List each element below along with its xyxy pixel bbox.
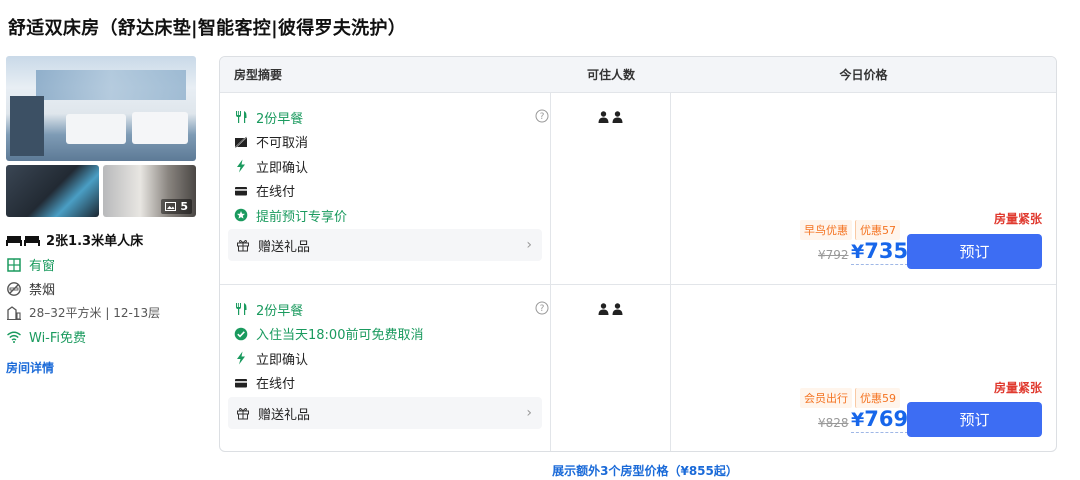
scarcity-badge: 房量紧张: [993, 381, 1042, 395]
perk-cancellation: 入住当天18:00前可免费取消: [234, 322, 546, 347]
window-icon: [7, 257, 21, 272]
star-badge-icon: [234, 208, 248, 222]
photo-count-badge: 5: [161, 199, 192, 214]
perk-breakfast: 2份早餐: [234, 297, 546, 322]
perk-cancellation: 不可取消: [234, 130, 546, 155]
original-price: ¥828: [818, 416, 849, 430]
perk-instant-confirm: 立即确认: [234, 346, 546, 371]
table-header: 房型摘要 可住人数 今日价格: [220, 57, 1056, 92]
chevron-right-icon: ›: [526, 405, 532, 421]
bed-icon: [6, 235, 40, 246]
no-cancel-icon: [234, 135, 248, 149]
no-smoking-icon: [7, 281, 21, 296]
scarcity-badge: 房量紧张: [993, 212, 1042, 226]
perk-payment: 在线付: [234, 179, 546, 204]
card-icon: [235, 378, 247, 388]
promo-tag: 早鸟优惠: [800, 220, 852, 240]
discount-tag: 优惠59: [855, 388, 900, 408]
promo-tags: 会员出行 优惠59: [800, 388, 900, 408]
bed-text: 2张1.3米单人床: [46, 234, 144, 249]
header-summary: 房型摘要: [234, 68, 283, 82]
person-icon: [612, 111, 623, 123]
occupancy-two-person: [598, 111, 623, 123]
room-title: 舒适双床房（舒达床垫|智能客控|彼得罗夫洗护）: [8, 18, 407, 39]
feature-area-floor: 28–32平方米 | 12-13层: [6, 304, 198, 321]
perk-instant-confirm: 立即确认: [234, 154, 546, 179]
card-icon: [235, 186, 247, 196]
book-button[interactable]: 预订: [907, 234, 1042, 269]
discount-tag: 优惠57: [855, 220, 900, 240]
image-icon: [165, 202, 177, 211]
person-icon: [598, 303, 609, 315]
current-price[interactable]: ¥769: [851, 407, 909, 433]
promo-tag: 会员出行: [800, 388, 852, 408]
gift-row[interactable]: 赠送礼品 ›: [228, 229, 542, 261]
room-photo-thumb[interactable]: [6, 165, 99, 217]
lightning-icon: [237, 351, 245, 365]
gift-icon: [237, 408, 249, 420]
room-main-photo[interactable]: [6, 56, 196, 161]
table-row: ? 2份早餐 不可取消 立即确认 在线付 提前预订专享价 赠送礼品 › 房量紧张…: [220, 92, 1056, 284]
lightning-icon: [237, 159, 245, 173]
gift-icon: [237, 240, 249, 252]
person-icon: [612, 303, 623, 315]
feature-no-smoking: 禁烟: [6, 280, 198, 298]
gift-row[interactable]: 赠送礼品 ›: [228, 397, 542, 429]
table-row: ? 2份早餐 入住当天18:00前可免费取消 立即确认 在线付 赠送礼品 › 房…: [220, 284, 1056, 451]
perk-payment: 在线付: [234, 371, 546, 396]
current-price[interactable]: ¥735: [851, 239, 909, 265]
chevron-right-icon: ›: [526, 237, 532, 253]
floor-area-icon: [7, 305, 21, 320]
perk-early-booking: 提前预订专享价: [234, 203, 546, 228]
wifi-icon: [7, 331, 21, 343]
show-more-rooms-link: 展示额外3个房型价格（¥855起）: [0, 462, 1080, 479]
room-info-panel: 5 2张1.3米单人床 有窗 禁烟 28–32平方米 | 12-13层 Wi-F…: [6, 56, 198, 376]
fork-knife-icon: [236, 303, 247, 316]
feature-window: 有窗: [6, 256, 198, 274]
person-icon: [598, 111, 609, 123]
room-photo-thumb[interactable]: 5: [103, 165, 196, 217]
rate-plan-table: 房型摘要 可住人数 今日价格 ? 2份早餐 不可取消 立即确认 在线付 提前预订…: [219, 56, 1057, 452]
occupancy-two-person: [598, 303, 623, 315]
header-price: 今日价格: [839, 68, 888, 82]
feature-wifi: Wi-Fi免费: [6, 328, 198, 346]
header-occupancy: 可住人数: [586, 68, 635, 82]
bed-info: 2张1.3米单人床: [6, 230, 198, 249]
fork-knife-icon: [236, 111, 247, 124]
book-button[interactable]: 预订: [907, 402, 1042, 437]
room-details-link[interactable]: 房间详情: [6, 359, 198, 376]
promo-tags: 早鸟优惠 优惠57: [800, 220, 900, 240]
show-more-rooms-text[interactable]: 展示额外3个房型价格（¥855起）: [552, 464, 738, 478]
check-circle-icon: [234, 327, 248, 341]
original-price: ¥792: [818, 248, 849, 262]
perk-breakfast: 2份早餐: [234, 105, 546, 130]
